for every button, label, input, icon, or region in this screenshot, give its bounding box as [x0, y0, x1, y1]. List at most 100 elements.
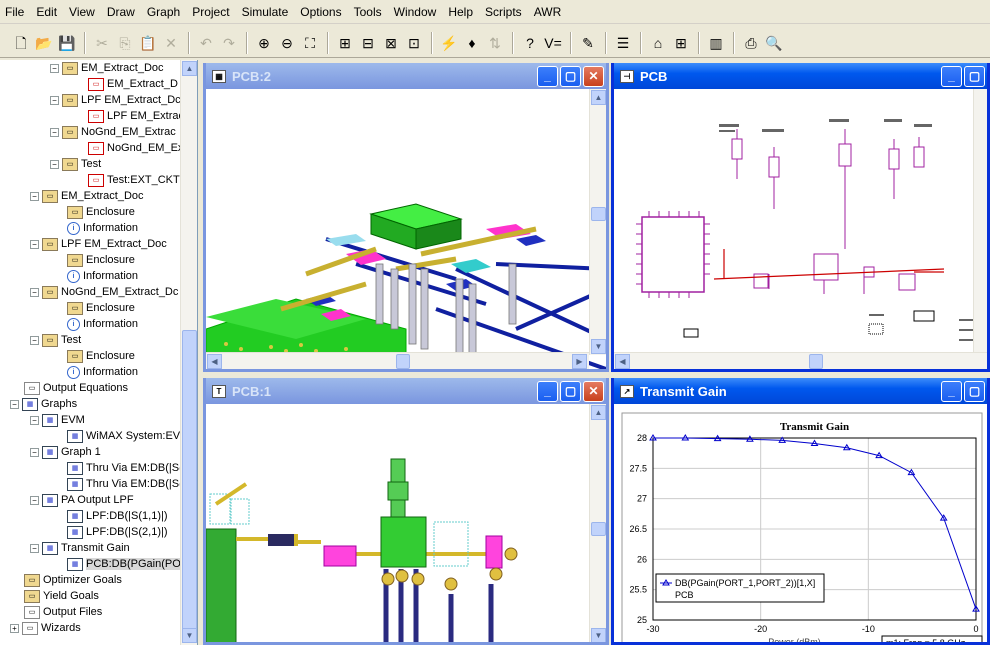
delete-icon[interactable]: ✕	[160, 32, 182, 54]
scroll-right-icon[interactable]: ▶	[572, 354, 587, 369]
menu-help[interactable]: Help	[443, 0, 480, 24]
horizontal-scrollbar[interactable]: ◀ ▶	[206, 352, 589, 369]
tree-item[interactable]: ▦ Thru Via EM:DB(|S(	[67, 476, 183, 492]
maximize-button[interactable]: ▢	[964, 65, 985, 87]
edit-icon[interactable]: ✎	[577, 32, 599, 54]
tree-item[interactable]: − ▦ Transmit Gain	[30, 540, 130, 556]
tree-item[interactable]: i Information	[67, 220, 138, 236]
menu-tools[interactable]: Tools	[349, 0, 389, 24]
window-pcb-schematic[interactable]: ⊣ PCB _ ▢ ◀	[611, 63, 990, 372]
tree-item[interactable]: ▭ Test:EXT_CKT	[88, 172, 180, 188]
tree-item[interactable]: ▦ PCB:DB(PGain(POR	[67, 556, 189, 572]
zoom-in-icon[interactable]: ⊕	[253, 32, 275, 54]
collapse-icon[interactable]: −	[30, 191, 39, 201]
menu-scripts[interactable]: Scripts	[480, 0, 529, 24]
collapse-icon[interactable]: −	[50, 95, 59, 105]
zoom-out-icon[interactable]: ⊖	[276, 32, 298, 54]
tree-item[interactable]: i Information	[67, 316, 138, 332]
menu-graph[interactable]: Graph	[142, 0, 187, 24]
tree-item[interactable]: − ▦ Graphs	[10, 396, 77, 412]
menu-options[interactable]: Options	[295, 0, 348, 24]
collapse-icon[interactable]: −	[30, 495, 39, 505]
menu-window[interactable]: Window	[389, 0, 444, 24]
tree-item[interactable]: ▭ Enclosure	[67, 204, 135, 220]
collapse-icon[interactable]: −	[50, 127, 59, 137]
menu-awr[interactable]: AWR	[529, 0, 569, 24]
copy-icon[interactable]: ⎘	[114, 32, 136, 54]
minimize-button[interactable]: _	[941, 380, 962, 402]
tree-item[interactable]: − ▭ EM_Extract_Doc	[30, 188, 144, 204]
window-titlebar[interactable]: ↗ Transmit Gain _ ▢	[614, 378, 987, 404]
tree-item[interactable]: ▭ Optimizer Goals	[24, 572, 122, 588]
tree-item[interactable]: ▭ Enclosure	[67, 300, 135, 316]
collapse-icon[interactable]: −	[30, 335, 39, 345]
close-button[interactable]: ✕	[583, 380, 604, 402]
scroll-thumb[interactable]	[591, 522, 606, 536]
scroll-down-icon[interactable]: ▼	[182, 628, 197, 643]
save-icon[interactable]: 💾	[56, 32, 78, 54]
tree-item[interactable]: − ▭ LPF EM_Extract_Dc	[50, 92, 181, 108]
close-button[interactable]: ✕	[583, 65, 604, 87]
tree-item[interactable]: i Information	[67, 364, 138, 380]
add-wire-icon[interactable]: ⊡	[403, 32, 425, 54]
vertical-scrollbar[interactable]: ▲ ▼	[589, 89, 606, 355]
window-titlebar[interactable]: ▦ PCB:2 _ ▢ ✕	[206, 63, 606, 89]
collapse-icon[interactable]: −	[30, 287, 39, 297]
tree-item[interactable]: ▭ Output Equations	[24, 380, 128, 396]
menu-edit[interactable]: Edit	[31, 0, 64, 24]
scroll-down-icon[interactable]: ▼	[591, 628, 606, 642]
tree-item[interactable]: ▦ Thru Via EM:DB(|S(	[67, 460, 183, 476]
horizontal-scrollbar[interactable]: ◀	[614, 352, 987, 369]
scroll-up-icon[interactable]: ▲	[182, 61, 197, 76]
tree-scroll-thumb[interactable]	[182, 330, 197, 630]
graph-canvas[interactable]: Transmit Gain -30 -20 -10 0 25 25.5 26 26.5 27 27.…	[614, 404, 987, 642]
tree-item[interactable]: − ▭ EM_Extract_Doc	[50, 60, 164, 76]
scroll-left-icon[interactable]: ◀	[615, 354, 630, 369]
add-port-icon[interactable]: ⊟	[357, 32, 379, 54]
tune-icon[interactable]: ♦	[461, 32, 483, 54]
paste-icon[interactable]: 📋	[137, 32, 159, 54]
collapse-icon[interactable]: −	[30, 239, 39, 249]
3d-view-canvas[interactable]: ▲ ▼ ◀ ▶	[206, 89, 606, 369]
menu-simulate[interactable]: Simulate	[237, 0, 296, 24]
layout-icon[interactable]: ⌂	[647, 32, 669, 54]
collapse-icon[interactable]: −	[10, 399, 19, 409]
tree-item[interactable]: − ▭ Test	[30, 332, 81, 348]
scroll-up-icon[interactable]: ▲	[591, 405, 606, 420]
schematic-canvas[interactable]: ◀	[614, 89, 987, 369]
menu-file[interactable]: File	[0, 0, 31, 24]
simulate-icon[interactable]: ⚡	[438, 32, 460, 54]
print-icon[interactable]: ⎙	[740, 32, 762, 54]
collapse-icon[interactable]: −	[30, 543, 39, 553]
collapse-icon[interactable]: −	[50, 63, 59, 73]
tree-item[interactable]: − ▭ Test	[50, 156, 101, 172]
tree-item[interactable]: − ▭ NoGnd_EM_Extrac	[50, 124, 176, 140]
open-icon[interactable]: 📂	[33, 32, 55, 54]
tree-item[interactable]: ▭ Enclosure	[67, 252, 135, 268]
expand-icon[interactable]: +	[10, 623, 19, 633]
tree-item[interactable]: ▦ WiMAX System:EVI	[67, 428, 183, 444]
tree-item[interactable]: ▦ LPF:DB(|S(1,1)|)	[67, 508, 168, 524]
undo-icon[interactable]: ↶	[195, 32, 217, 54]
add-element-icon[interactable]: ⊞	[334, 32, 356, 54]
redo-icon[interactable]: ↷	[218, 32, 240, 54]
zoom-fit-icon[interactable]: ⛶	[299, 32, 321, 54]
window-titlebar[interactable]: ⊣ PCB _ ▢	[614, 63, 987, 89]
tree-item[interactable]: ▭ Yield Goals	[24, 588, 99, 604]
minimize-button[interactable]: _	[941, 65, 962, 87]
3d-view-icon[interactable]: ▥	[705, 32, 727, 54]
project-tree[interactable]: − ▭ EM_Extract_Doc ▭ EM_Extract_D − ▭ LPF EM_Ex…	[0, 60, 198, 645]
minimize-button[interactable]: _	[537, 65, 558, 87]
vertical-scrollbar[interactable]: ▲ ▼	[589, 404, 606, 642]
variable-icon[interactable]: V=	[542, 32, 564, 54]
menu-project[interactable]: Project	[187, 0, 236, 24]
tree-item[interactable]: ▭ NoGnd_EM_Ex	[88, 140, 183, 156]
tree-item[interactable]: − ▭ NoGnd_EM_Extract_Dc	[30, 284, 178, 300]
properties-icon[interactable]: ☰	[612, 32, 634, 54]
scroll-left-icon[interactable]: ◀	[207, 354, 222, 369]
add-subcircuit-icon[interactable]: ⊠	[380, 32, 402, 54]
maximize-button[interactable]: ▢	[964, 380, 985, 402]
tree-item[interactable]: ▦ LPF:DB(|S(2,1)|)	[67, 524, 168, 540]
scroll-thumb[interactable]	[396, 354, 410, 369]
tree-scrollbar[interactable]: ▲ ▼	[180, 60, 197, 645]
